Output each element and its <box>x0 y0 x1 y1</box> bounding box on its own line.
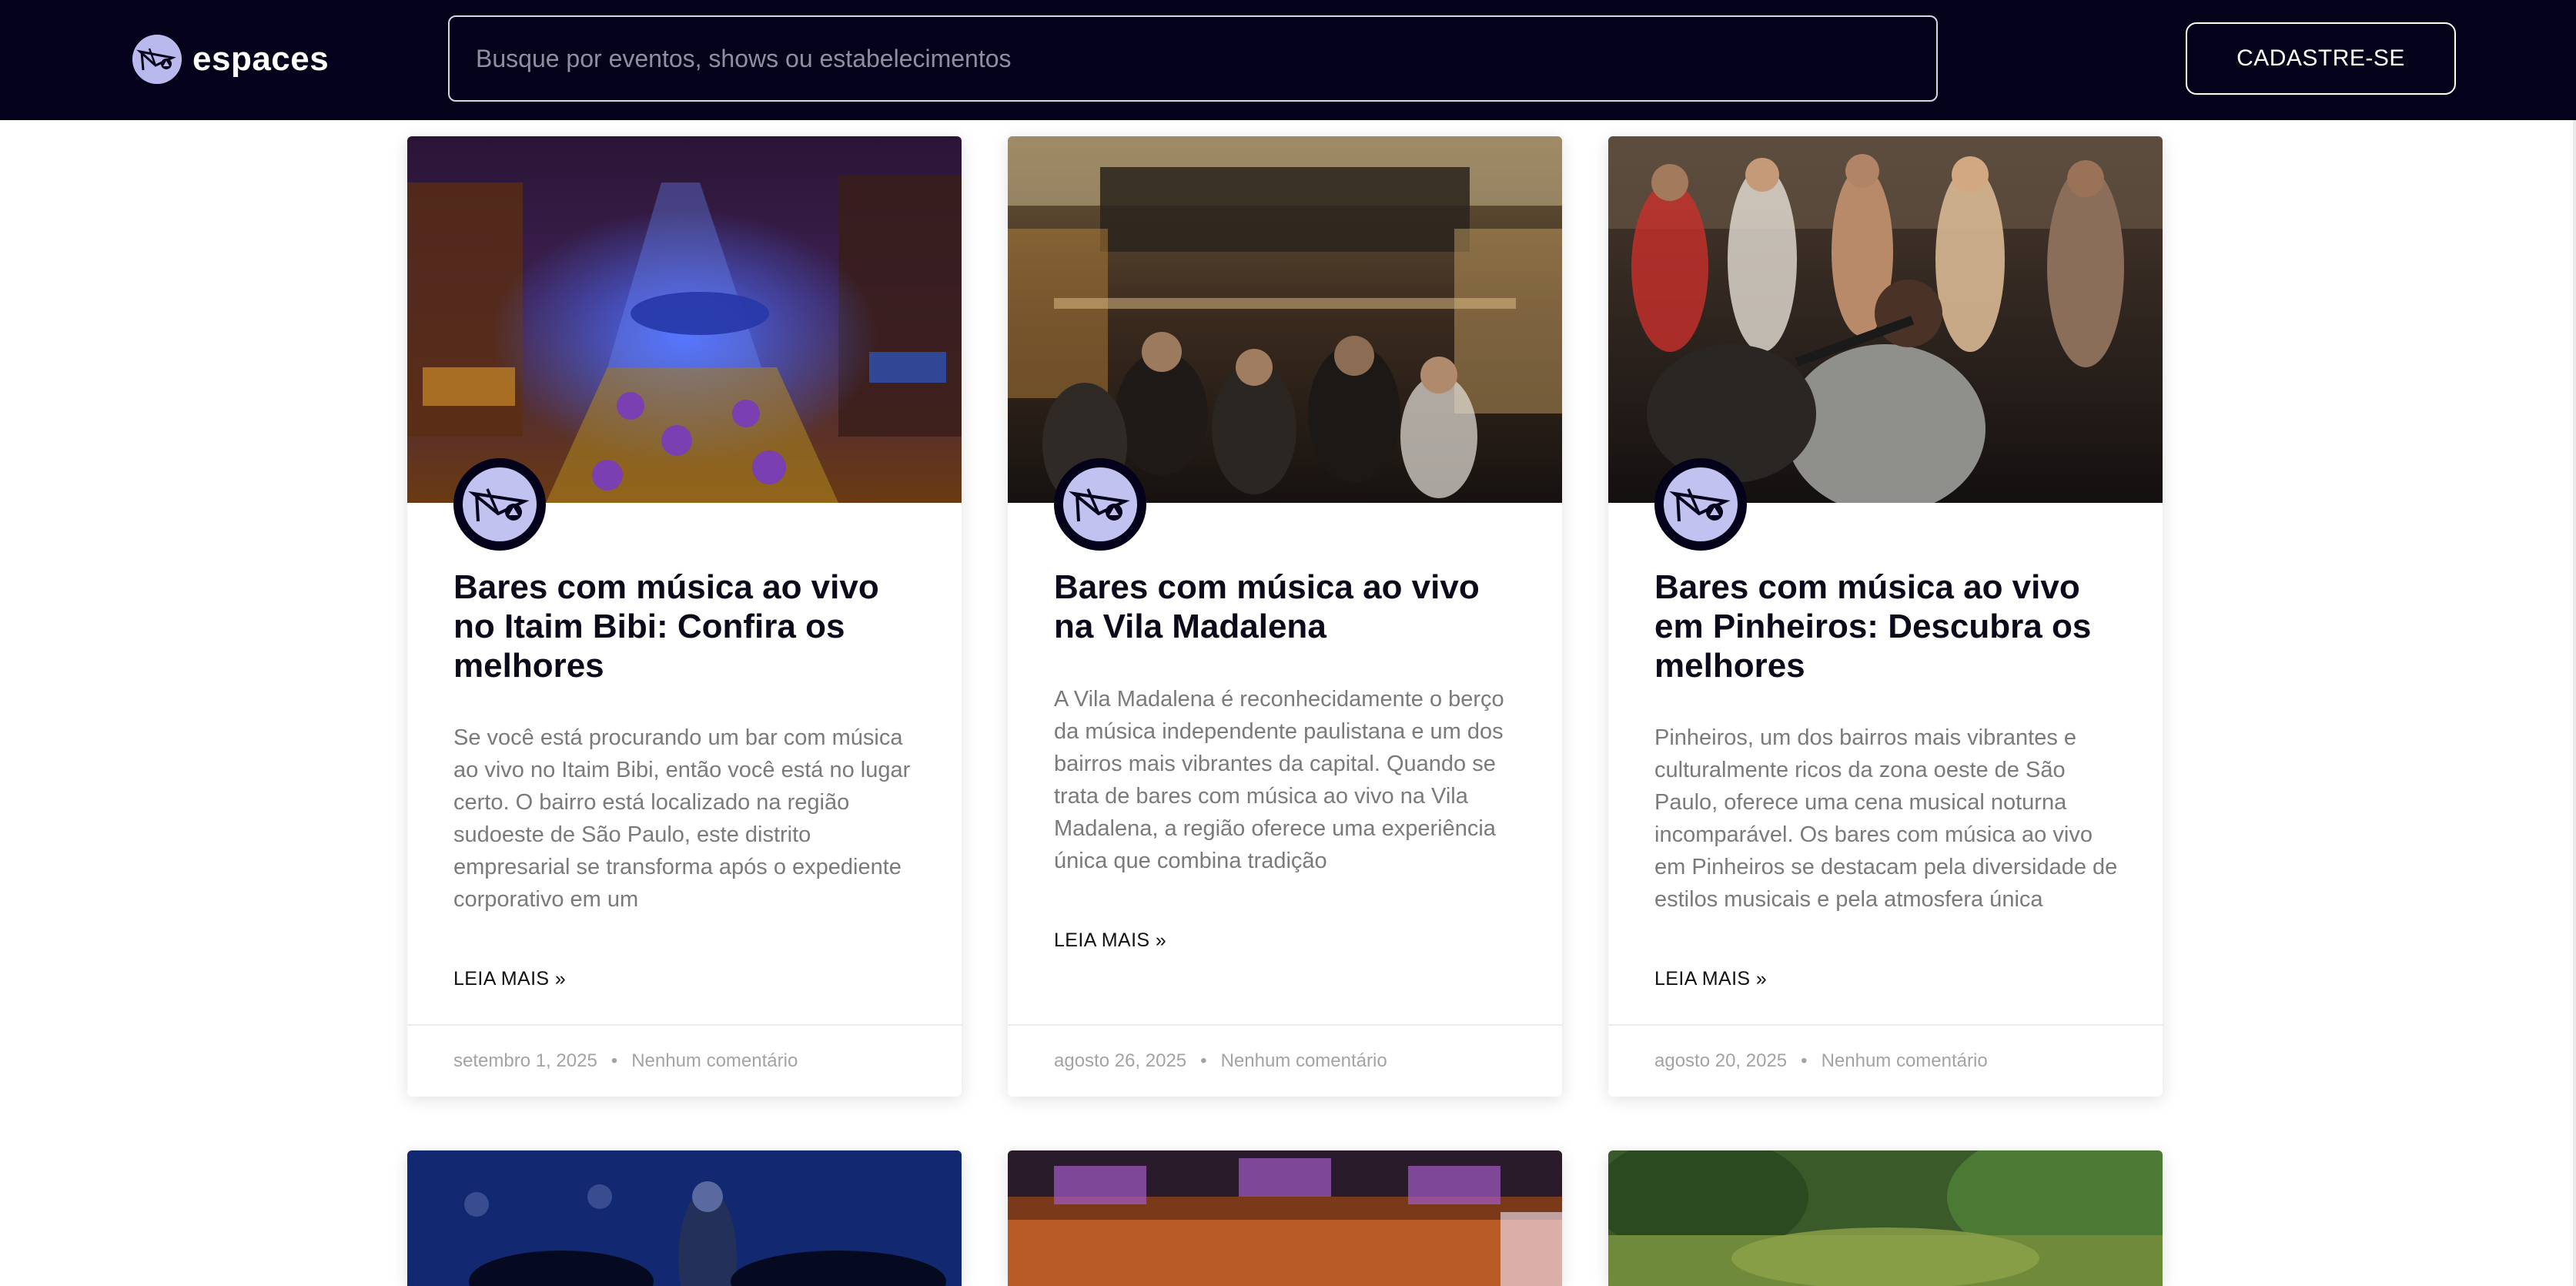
post-card <box>1008 1150 1562 1286</box>
meta-separator: • <box>1200 1050 1207 1071</box>
post-date: agosto 20, 2025 <box>1654 1050 1788 1071</box>
post-meta: agosto 26, 2025 • Nenhum comentário <box>1008 1024 1562 1097</box>
post-title[interactable]: Bares com música ao vivo em Pinheiros: D… <box>1654 568 2124 685</box>
search-input[interactable] <box>476 44 1936 73</box>
post-card <box>407 1150 962 1286</box>
post-date: setembro 1, 2025 <box>453 1050 597 1071</box>
post-meta: agosto 20, 2025 • Nenhum comentário <box>1608 1024 2163 1097</box>
site-header: espaces CADASTRE-SE <box>0 0 2576 120</box>
post-excerpt: Pinheiros, um dos bairros mais vibrantes… <box>1654 725 2118 912</box>
post-title[interactable]: Bares com música ao vivo na Vila Madalen… <box>1054 568 1524 646</box>
page-scrollbar[interactable] <box>2573 120 2576 1286</box>
meta-separator: • <box>611 1050 618 1071</box>
author-avatar[interactable] <box>1054 458 1146 551</box>
post-excerpt: Se você está procurando um bar com músic… <box>453 725 911 912</box>
author-avatar[interactable] <box>1654 458 1747 551</box>
read-more-link[interactable]: LEIA MAIS » <box>1654 968 1767 990</box>
author-avatar[interactable] <box>453 458 546 551</box>
search-box[interactable] <box>448 15 1938 102</box>
post-image[interactable] <box>407 136 962 503</box>
post-meta: setembro 1, 2025 • Nenhum comentário <box>407 1024 962 1097</box>
logo-icon <box>132 35 182 84</box>
post-card: Bares com música ao vivo na Vila Madalen… <box>1008 136 1562 1097</box>
espaces-logo-icon <box>1063 467 1137 541</box>
post-image[interactable] <box>1008 136 1562 503</box>
read-more-link[interactable]: LEIA MAIS » <box>1054 929 1166 952</box>
post-image[interactable] <box>1608 136 2163 503</box>
post-date: agosto 26, 2025 <box>1054 1050 1187 1071</box>
post-card: Bares com música ao vivo em Pinheiros: D… <box>1608 136 2163 1097</box>
post-card: Bares com música ao vivo no Itaim Bibi: … <box>407 136 962 1097</box>
post-image[interactable] <box>1608 1150 2163 1286</box>
post-comments[interactable]: Nenhum comentário <box>1822 1050 1988 1072</box>
logo[interactable]: espaces <box>132 32 329 86</box>
post-image[interactable] <box>1008 1150 1562 1286</box>
signup-button[interactable]: CADASTRE-SE <box>2186 22 2456 95</box>
post-comments[interactable]: Nenhum comentário <box>1221 1050 1387 1072</box>
espaces-logo-icon <box>463 467 537 541</box>
post-image[interactable] <box>407 1150 962 1286</box>
read-more-link[interactable]: LEIA MAIS » <box>453 968 566 990</box>
logo-text: espaces <box>192 40 330 78</box>
post-card <box>1608 1150 2163 1286</box>
post-comments[interactable]: Nenhum comentário <box>631 1050 798 1072</box>
espaces-logo-icon <box>1664 467 1738 541</box>
post-title[interactable]: Bares com música ao vivo no Itaim Bibi: … <box>453 568 923 685</box>
post-excerpt: A Vila Madalena é reconhecidamente o ber… <box>1054 687 1504 873</box>
meta-separator: • <box>1801 1050 1808 1071</box>
